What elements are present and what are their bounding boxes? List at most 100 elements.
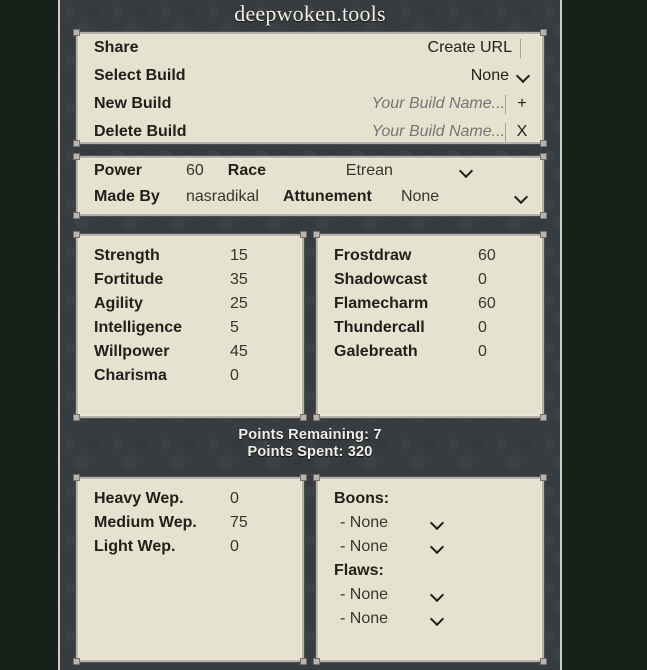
- panel-corner-stud: [313, 474, 320, 481]
- stat-name: Medium Wep.: [94, 514, 197, 531]
- stat-value: 35: [230, 271, 248, 288]
- stat-row[interactable]: Light Wep. 0: [78, 535, 302, 559]
- flaw-value: - None: [340, 610, 389, 627]
- power-value: 60: [186, 162, 204, 179]
- content-column: deepwoken.tools Share Create URL Select …: [58, 0, 562, 670]
- delete-build-name-input[interactable]: [333, 123, 505, 141]
- stat-name: Flamecharm: [334, 295, 429, 312]
- stat-row[interactable]: Galebreath 0: [318, 340, 542, 364]
- stat-name: Shadowcast: [334, 271, 428, 288]
- attunement-label: Attunement: [282, 188, 372, 205]
- stat-name: Thundercall: [334, 319, 425, 336]
- chevron-down-icon[interactable]: [430, 612, 444, 626]
- share-label: Share: [94, 39, 139, 56]
- panel-corner-stud: [73, 414, 80, 421]
- stat-row[interactable]: Fortitude 35: [78, 268, 302, 292]
- attunement-value[interactable]: None: [401, 188, 507, 206]
- points-remaining: Points Remaining: 7: [238, 427, 382, 443]
- base-stats-panel: Strength 15 Fortitude 35 Agility 25 Inte…: [73, 231, 307, 421]
- stat-name: Intelligence: [94, 319, 183, 336]
- boons-heading: Boons:: [334, 490, 390, 507]
- flaw-value: - None: [340, 586, 389, 603]
- panel-corner-stud: [300, 414, 307, 421]
- build-meta-panel: Power 60 Race Etrean Made By nasradikal …: [73, 153, 547, 219]
- chevron-down-icon[interactable]: [430, 516, 444, 530]
- new-build-name-input[interactable]: [333, 95, 505, 113]
- delete-build-button[interactable]: X: [514, 123, 530, 141]
- made-by-value: nasradikal: [186, 188, 259, 205]
- stat-row[interactable]: Flamecharm 60: [318, 292, 542, 316]
- stat-name: Galebreath: [334, 343, 418, 360]
- panel-corner-stud: [73, 658, 80, 665]
- divider: [520, 38, 521, 58]
- panel-corner-stud: [313, 658, 320, 665]
- divider: [505, 122, 506, 142]
- race-value[interactable]: Etrean: [346, 162, 452, 180]
- madeby-attunement-row: Made By nasradikal Attunement None: [78, 184, 542, 210]
- stat-row[interactable]: Shadowcast 0: [318, 268, 542, 292]
- boon-row[interactable]: - None: [318, 535, 542, 559]
- chevron-down-icon[interactable]: [516, 69, 530, 83]
- select-build-controls: None: [471, 67, 530, 85]
- flaw-row[interactable]: - None: [318, 583, 542, 607]
- stat-row[interactable]: Intelligence 5: [78, 316, 302, 340]
- panel-corner-stud: [540, 474, 547, 481]
- stat-value: 0: [478, 271, 487, 288]
- stat-row[interactable]: Charisma 0: [78, 364, 302, 388]
- chevron-down-icon[interactable]: [459, 164, 473, 178]
- page-root: deepwoken.tools Share Create URL Select …: [0, 0, 647, 670]
- add-build-button[interactable]: +: [514, 95, 530, 113]
- delete-build-controls: X: [333, 122, 530, 142]
- stat-row[interactable]: Frostdraw 60: [318, 244, 542, 268]
- share-controls: Create URL: [428, 38, 530, 58]
- flaw-row[interactable]: - None: [318, 607, 542, 631]
- points-summary: Points Remaining: 7 Points Spent: 320: [58, 427, 562, 461]
- flaws-heading: Flaws:: [334, 562, 384, 579]
- new-build-label: New Build: [94, 95, 172, 112]
- power-race-row: Power 60 Race Etrean: [78, 158, 542, 184]
- delete-build-label: Delete Build: [94, 123, 187, 140]
- stat-row[interactable]: Willpower 45: [78, 340, 302, 364]
- stat-value: 45: [230, 343, 248, 360]
- points-spent: Points Spent: 320: [247, 444, 373, 460]
- divider: [505, 94, 506, 114]
- stat-name: Charisma: [94, 367, 167, 384]
- boon-value: - None: [340, 538, 389, 555]
- attunement-stats-list: Frostdraw 60 Shadowcast 0 Flamecharm 60 …: [318, 236, 542, 364]
- stat-value: 0: [478, 343, 487, 360]
- panel-corner-stud: [313, 231, 320, 238]
- share-row: Share Create URL: [78, 34, 542, 62]
- stat-name: Strength: [94, 247, 160, 264]
- create-url-button[interactable]: Create URL: [428, 39, 520, 57]
- stat-value: 0: [478, 319, 487, 336]
- boon-row[interactable]: - None: [318, 511, 542, 535]
- panel-corner-stud: [300, 231, 307, 238]
- stat-row[interactable]: Heavy Wep. 0: [78, 487, 302, 511]
- chevron-down-icon[interactable]: [430, 588, 444, 602]
- chevron-down-icon[interactable]: [430, 540, 444, 554]
- delete-build-row: Delete Build X: [78, 118, 542, 146]
- panel-corner-stud: [540, 414, 547, 421]
- stat-name: Agility: [94, 295, 143, 312]
- stat-name: Willpower: [94, 343, 170, 360]
- select-build-value[interactable]: None: [471, 67, 509, 85]
- stat-value: 0: [230, 538, 239, 555]
- stat-value: 25: [230, 295, 248, 312]
- base-stats-list: Strength 15 Fortitude 35 Agility 25 Inte…: [78, 236, 302, 388]
- panel-corner-stud: [300, 474, 307, 481]
- new-build-controls: +: [333, 94, 530, 114]
- panel-corner-stud: [540, 231, 547, 238]
- attunement-stats-panel: Frostdraw 60 Shadowcast 0 Flamecharm 60 …: [313, 231, 547, 421]
- panel-corner-stud: [540, 658, 547, 665]
- stat-value: 0: [230, 367, 239, 384]
- stat-row[interactable]: Thundercall 0: [318, 316, 542, 340]
- chevron-down-icon[interactable]: [514, 190, 528, 204]
- site-title: deepwoken.tools: [234, 1, 386, 26]
- stat-row[interactable]: Medium Wep. 75: [78, 511, 302, 535]
- stat-row[interactable]: Agility 25: [78, 292, 302, 316]
- boon-value: - None: [340, 514, 389, 531]
- panel-corner-stud: [313, 414, 320, 421]
- boons-flaws-panel: Boons: - None - None Flaws: - None - Non…: [313, 474, 547, 665]
- stat-row[interactable]: Strength 15: [78, 244, 302, 268]
- weapon-stats-list: Heavy Wep. 0 Medium Wep. 75 Light Wep. 0: [78, 479, 302, 559]
